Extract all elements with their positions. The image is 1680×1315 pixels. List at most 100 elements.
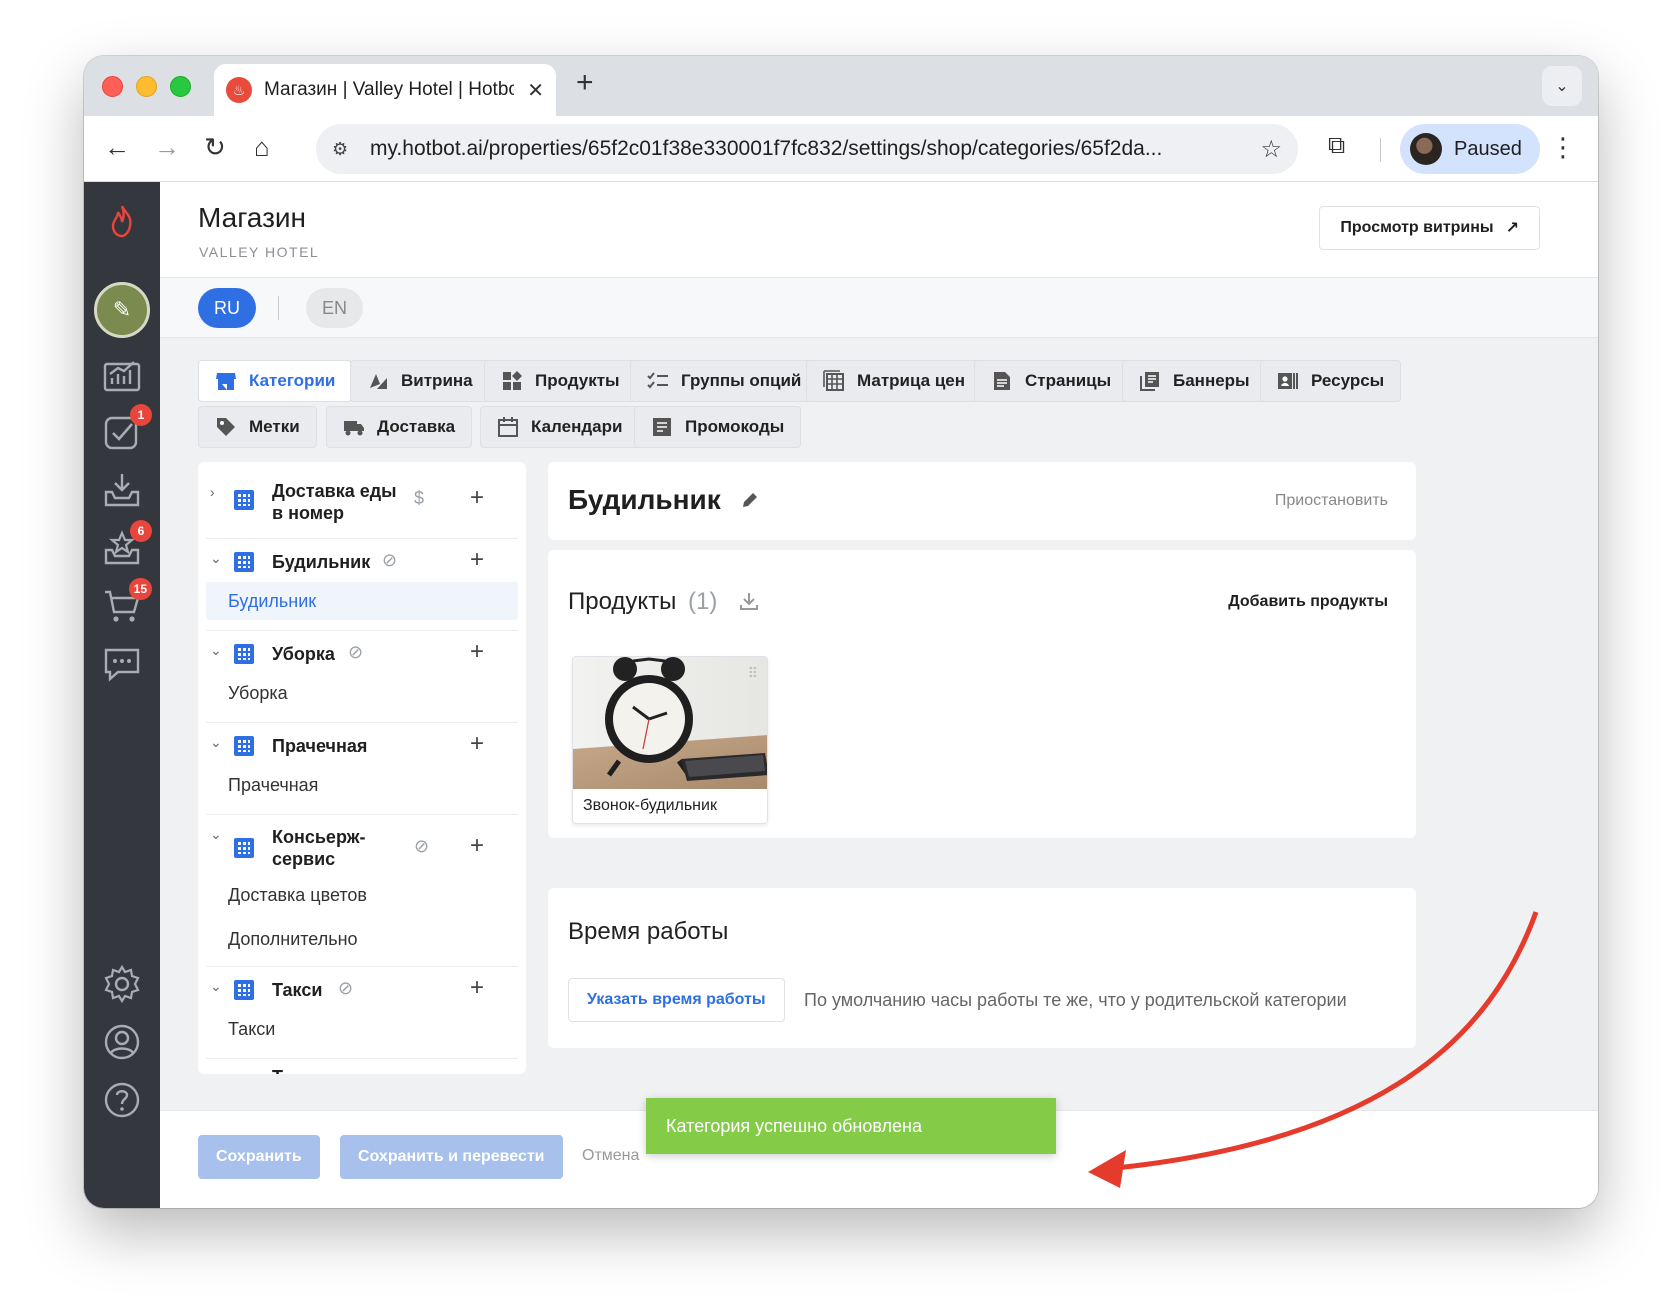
tab-tags[interactable]: Метки: [198, 406, 317, 448]
tab-label: Группы опций: [681, 371, 802, 390]
tab-price-matrix[interactable]: Матрица цен: [806, 360, 982, 402]
browser-toolbar: ← → ↻ ⌂ ⚙ my.hotbot.ai/properties/65f2c0…: [84, 116, 1598, 182]
tab-search-chevron-icon[interactable]: ⌄: [1542, 66, 1582, 106]
divider: [206, 966, 518, 967]
forward-arrow-icon[interactable]: →: [154, 132, 180, 163]
view-storefront-button[interactable]: Просмотр витрины ↗: [1319, 206, 1540, 250]
tab-close-icon[interactable]: ✕: [527, 78, 544, 103]
shop-cart-icon[interactable]: 15: [102, 578, 152, 626]
hotbot-favicon-icon: ♨: [226, 77, 252, 103]
save-button[interactable]: Сохранить: [198, 1135, 320, 1179]
bookmark-star-icon[interactable]: ☆: [1260, 135, 1282, 164]
tab-label: Продукты: [535, 371, 620, 390]
add-subcategory-icon[interactable]: +: [470, 484, 484, 512]
category-name: Консьерж-сервис: [272, 827, 366, 869]
edit-pencil-icon[interactable]: [740, 490, 760, 510]
maximize-window-button[interactable]: [170, 76, 191, 97]
browser-menu-icon[interactable]: ⋮: [1550, 132, 1576, 163]
browser-window: ♨ Магазин | Valley Hotel | Hotbot ✕ + ⌄ …: [84, 56, 1598, 1208]
lang-ru-button[interactable]: RU: [198, 288, 256, 328]
help-question-icon[interactable]: [102, 1080, 142, 1120]
browser-tab-active[interactable]: ♨ Магазин | Valley Hotel | Hotbot ✕: [214, 64, 556, 116]
analytics-chart-icon[interactable]: [102, 354, 142, 394]
tab-calendars[interactable]: Календари: [480, 406, 640, 448]
minimize-window-button[interactable]: [136, 76, 157, 97]
category-grid-icon: [234, 644, 254, 664]
product-card[interactable]: ⠿ Звонок-будильник: [572, 656, 768, 824]
tab-categories[interactable]: Категории: [198, 360, 353, 402]
grid-icon: [823, 370, 844, 391]
cancel-button[interactable]: Отмена: [582, 1147, 639, 1165]
subcategory-item[interactable]: Прачечная: [206, 766, 518, 804]
paid-dollar-icon: $: [414, 488, 425, 508]
tab-option-groups[interactable]: Группы опций: [630, 360, 819, 402]
reviews-badge: 6: [130, 520, 152, 542]
divider: [206, 630, 518, 631]
add-subcategory-icon[interactable]: +: [470, 638, 484, 666]
account-user-icon[interactable]: [102, 1022, 142, 1062]
tab-promocodes[interactable]: Промокоды: [634, 406, 802, 448]
lang-en-button[interactable]: EN: [306, 288, 364, 328]
download-icon[interactable]: [738, 590, 760, 612]
chevron-right-icon[interactable]: ›: [210, 484, 215, 500]
add-subcategory-icon[interactable]: +: [470, 546, 484, 574]
new-tab-icon[interactable]: +: [576, 66, 594, 100]
add-subcategory-icon[interactable]: +: [470, 974, 484, 1002]
tasks-check-icon[interactable]: 1: [102, 404, 152, 452]
category-name: Будильник: [272, 552, 371, 572]
hotbot-flame-logo-icon[interactable]: [108, 204, 136, 238]
back-arrow-icon[interactable]: ←: [104, 132, 130, 163]
profile-avatar: [1410, 133, 1442, 165]
chevron-down-icon[interactable]: ⌄: [210, 826, 222, 843]
subcategory-item[interactable]: Уборка: [206, 674, 518, 712]
reload-icon[interactable]: ↻: [204, 132, 226, 163]
chat-bubble-icon[interactable]: [102, 644, 142, 684]
tab-label: Матрица цен: [857, 371, 965, 390]
settings-gear-icon[interactable]: [102, 964, 142, 1004]
tab-banners[interactable]: Баннеры: [1122, 360, 1267, 402]
home-icon[interactable]: ⌂: [254, 132, 270, 163]
resources-icon: [1278, 373, 1298, 389]
profile-label: Paused: [1454, 137, 1522, 160]
add-products-button[interactable]: Добавить продукты: [1228, 593, 1388, 611]
subcategory-item[interactable]: Будильник: [206, 582, 518, 620]
view-storefront-label: Просмотр витрины: [1340, 219, 1494, 236]
store-icon: [216, 373, 236, 390]
category-tree: › Доставка еды в номер $ + ⌄ Будильник ⊘ …: [198, 462, 526, 1074]
drag-handle-icon[interactable]: ⠿: [748, 665, 759, 682]
suspend-button[interactable]: Приостановить: [1275, 492, 1388, 510]
add-subcategory-icon[interactable]: +: [470, 832, 484, 860]
inbox-download-icon[interactable]: [102, 470, 142, 510]
subcategory-item[interactable]: Доставка цветов: [206, 876, 518, 914]
profile-button[interactable]: Paused: [1400, 124, 1540, 174]
category-title: Будильник: [568, 484, 721, 515]
subcategory-item[interactable]: Такси: [206, 1010, 518, 1048]
address-bar[interactable]: ⚙ my.hotbot.ai/properties/65f2c01f38e330…: [316, 124, 1298, 174]
tab-resources[interactable]: Ресурсы: [1260, 360, 1402, 402]
working-hours-hint: По умолчанию часы работы те же, что у ро…: [804, 990, 1347, 1010]
chevron-down-icon[interactable]: ⌄: [210, 734, 222, 751]
tab-delivery[interactable]: Доставка: [326, 406, 473, 448]
property-avatar[interactable]: ✎: [94, 282, 150, 338]
close-window-button[interactable]: [102, 76, 123, 97]
tag-icon: [217, 418, 235, 436]
chevron-down-icon[interactable]: ⌄: [210, 642, 222, 659]
tab-label: Баннеры: [1173, 371, 1250, 390]
set-working-hours-button[interactable]: Указать время работы: [568, 978, 785, 1022]
url-text[interactable]: my.hotbot.ai/properties/65f2c01f38e33000…: [370, 137, 1230, 161]
tab-showcase[interactable]: Витрина: [350, 360, 490, 402]
extensions-puzzle-icon[interactable]: ⧉: [1328, 132, 1345, 160]
divider: [206, 538, 518, 539]
reviews-star-inbox-icon[interactable]: 6: [102, 520, 152, 568]
tab-pages[interactable]: Страницы: [974, 360, 1129, 402]
category-name-partial: Т: [272, 1066, 283, 1074]
add-subcategory-icon[interactable]: +: [470, 730, 484, 758]
chevron-down-icon[interactable]: ⌄: [210, 978, 222, 995]
products-count: (1): [688, 588, 718, 615]
site-settings-icon[interactable]: ⚙: [332, 139, 362, 160]
tab-products[interactable]: Продукты: [484, 360, 637, 402]
chevron-down-icon[interactable]: ⌄: [210, 550, 222, 567]
page-header: Магазин VALLEY HOTEL Просмотр витрины ↗: [160, 182, 1598, 278]
save-and-translate-button[interactable]: Сохранить и перевести: [340, 1135, 563, 1179]
subcategory-item[interactable]: Дополнительно: [206, 920, 518, 958]
